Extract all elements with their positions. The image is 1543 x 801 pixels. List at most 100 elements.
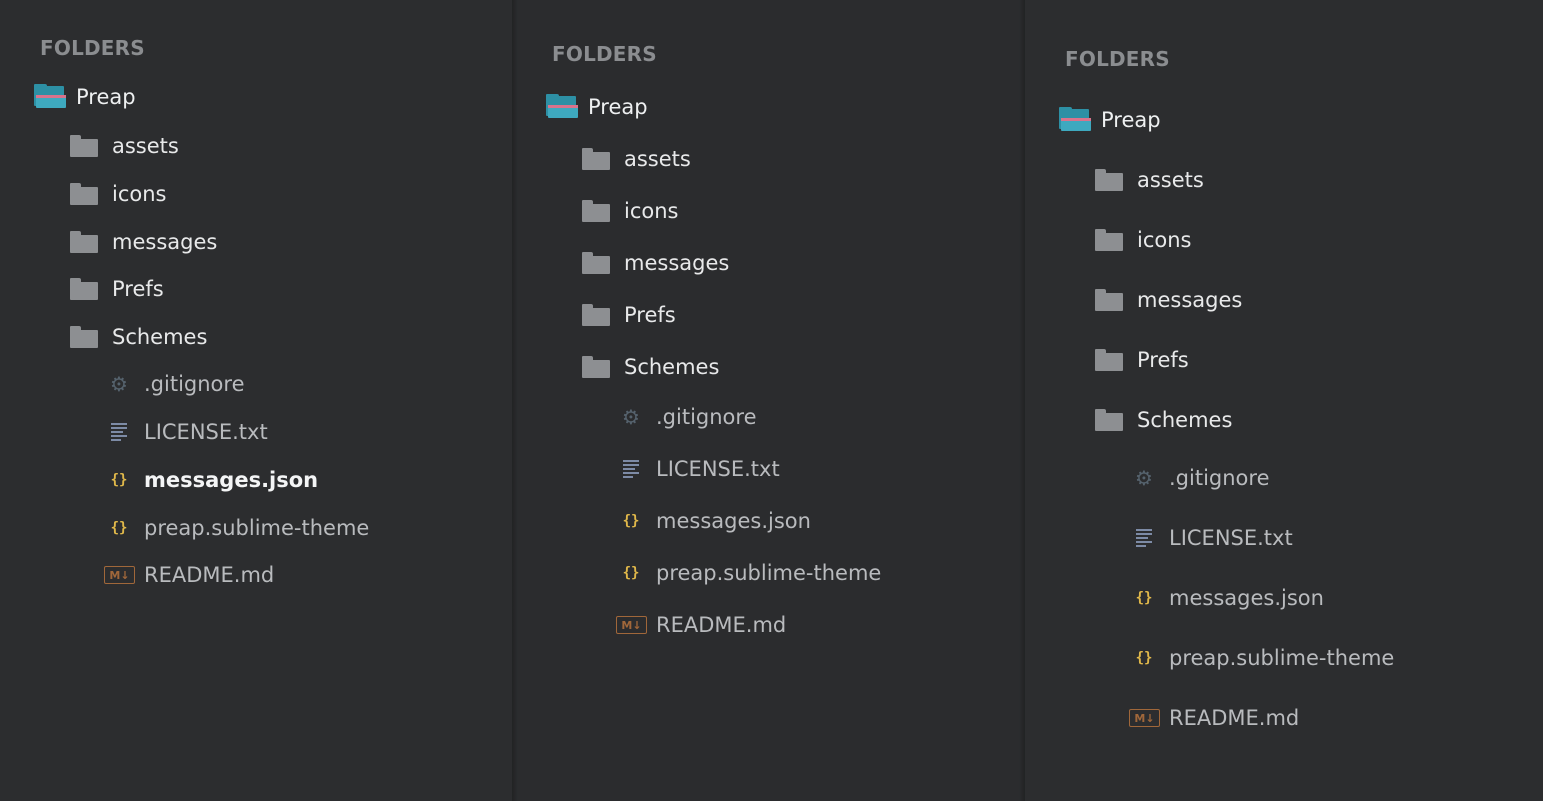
tree-file-sublime-theme[interactable]: {} preap.sublime-theme xyxy=(106,514,370,542)
gear-icon: ⚙ xyxy=(110,372,128,396)
tree-item-label: messages.json xyxy=(1169,586,1324,610)
folder-icon xyxy=(582,148,610,170)
tree-root-preap[interactable]: Preap xyxy=(34,83,136,111)
tree-folder-messages[interactable]: messages xyxy=(70,228,217,256)
folder-icon xyxy=(1095,229,1123,251)
gear-icon: ⚙ xyxy=(1135,466,1153,490)
tree-file-readme[interactable]: M↓ README.md xyxy=(104,561,274,589)
folder-icon xyxy=(70,326,98,348)
folder-icon xyxy=(70,278,98,300)
tree-file-sublime-theme[interactable]: {} preap.sublime-theme xyxy=(1131,644,1395,672)
tree-file-license[interactable]: LICENSE.txt xyxy=(618,455,780,483)
tree-item-label: LICENSE.txt xyxy=(656,457,780,481)
tree-item-label: Schemes xyxy=(112,325,208,349)
tree-item-label: LICENSE.txt xyxy=(144,420,268,444)
tree-item-label: preap.sublime-theme xyxy=(144,516,370,540)
tree-file-messages-json[interactable]: {} messages.json xyxy=(618,507,811,535)
tree-file-messages-json[interactable]: {} messages.json xyxy=(1131,584,1324,612)
tree-folder-assets[interactable]: assets xyxy=(1095,166,1204,194)
tree-file-readme[interactable]: M↓ README.md xyxy=(616,611,786,639)
tree-item-label: README.md xyxy=(656,613,787,637)
tree-folder-icons[interactable]: icons xyxy=(582,197,678,225)
tree-item-label: Preap xyxy=(1101,108,1161,132)
tree-file-gitignore[interactable]: ⚙ .gitignore xyxy=(1131,464,1270,492)
folder-icon xyxy=(1095,289,1123,311)
tree-folder-schemes[interactable]: Schemes xyxy=(70,323,207,351)
tree-item-label: README.md xyxy=(144,563,275,587)
tree-folder-schemes[interactable]: Schemes xyxy=(1095,406,1232,434)
tree-folder-icons[interactable]: icons xyxy=(70,180,166,208)
tree-item-label: Prefs xyxy=(112,277,164,301)
tree-item-label: .gitignore xyxy=(656,405,757,429)
tree-item-label: icons xyxy=(1137,228,1192,252)
tree-item-label: messages xyxy=(624,251,730,275)
tree-item-label: messages.json xyxy=(144,468,319,492)
tree-folder-prefs[interactable]: Prefs xyxy=(70,275,164,303)
tree-item-label: messages xyxy=(112,230,218,254)
folder-icon xyxy=(582,252,610,274)
tree-folder-messages[interactable]: messages xyxy=(582,249,729,277)
tree-item-label: icons xyxy=(112,182,167,206)
tree-item-label: messages xyxy=(1137,288,1243,312)
tree-file-readme[interactable]: M↓ README.md xyxy=(1129,704,1299,732)
json-braces-icon: {} xyxy=(1135,590,1153,606)
tree-item-label: LICENSE.txt xyxy=(1169,526,1293,550)
open-folder-icon xyxy=(546,94,578,118)
tree-folder-prefs[interactable]: Prefs xyxy=(1095,346,1189,374)
folder-icon xyxy=(582,304,610,326)
tree-root-preap[interactable]: Preap xyxy=(546,93,648,121)
tree-folder-icons[interactable]: icons xyxy=(1095,226,1191,254)
json-braces-icon: {} xyxy=(110,472,128,488)
markdown-icon: M↓ xyxy=(104,566,135,584)
tree-item-label: .gitignore xyxy=(1169,466,1270,490)
tree-file-gitignore[interactable]: ⚙ .gitignore xyxy=(106,370,245,398)
tree-item-label: Prefs xyxy=(1137,348,1189,372)
tree-item-label: .gitignore xyxy=(144,372,245,396)
sidebar-panel-2: FOLDERS Preap assets icons messages Pref… xyxy=(512,0,1025,801)
folder-icon xyxy=(70,135,98,157)
tree-root-preap[interactable]: Preap xyxy=(1059,106,1161,134)
open-folder-icon xyxy=(1059,107,1091,131)
text-lines-icon xyxy=(1131,529,1157,547)
tree-file-messages-json[interactable]: {} messages.json xyxy=(106,466,319,494)
folder-icon xyxy=(70,231,98,253)
tree-file-license[interactable]: LICENSE.txt xyxy=(1131,524,1293,552)
tree-item-label: assets xyxy=(112,134,179,158)
tree-item-label: Preap xyxy=(76,85,136,109)
json-braces-icon: {} xyxy=(1135,650,1153,666)
tree-item-label: Schemes xyxy=(1137,408,1233,432)
text-lines-icon xyxy=(618,460,644,478)
folder-icon xyxy=(1095,409,1123,431)
folder-icon xyxy=(1095,169,1123,191)
folder-icon xyxy=(582,200,610,222)
open-folder-icon xyxy=(34,84,66,108)
sidebar-panel-3: FOLDERS Preap assets icons messages Pref… xyxy=(1025,0,1543,801)
folder-icon xyxy=(1095,349,1123,371)
tree-item-label: icons xyxy=(624,199,679,223)
tree-folder-messages[interactable]: messages xyxy=(1095,286,1242,314)
tree-item-label: Schemes xyxy=(624,355,720,379)
sidebar-variants: FOLDERS Preap assets icons messages Pref… xyxy=(0,0,1543,801)
folder-icon xyxy=(70,183,98,205)
text-lines-icon xyxy=(106,423,132,441)
tree-file-sublime-theme[interactable]: {} preap.sublime-theme xyxy=(618,559,882,587)
tree-item-label: assets xyxy=(1137,168,1204,192)
markdown-icon: M↓ xyxy=(616,616,647,634)
tree-folder-assets[interactable]: assets xyxy=(70,132,179,160)
json-braces-icon: {} xyxy=(622,565,640,581)
tree-item-label: Prefs xyxy=(624,303,676,327)
tree-file-license[interactable]: LICENSE.txt xyxy=(106,418,268,446)
tree-folder-schemes[interactable]: Schemes xyxy=(582,353,719,381)
tree-file-gitignore[interactable]: ⚙ .gitignore xyxy=(618,403,757,431)
tree-item-label: Preap xyxy=(588,95,648,119)
folders-header: FOLDERS xyxy=(1065,47,1170,71)
tree-item-label: preap.sublime-theme xyxy=(1169,646,1395,670)
tree-item-label: messages.json xyxy=(656,509,811,533)
tree-folder-assets[interactable]: assets xyxy=(582,145,691,173)
folders-header: FOLDERS xyxy=(552,42,657,66)
tree-item-label: README.md xyxy=(1169,706,1300,730)
gear-icon: ⚙ xyxy=(622,405,640,429)
markdown-icon: M↓ xyxy=(1129,709,1160,727)
json-braces-icon: {} xyxy=(110,520,128,536)
tree-folder-prefs[interactable]: Prefs xyxy=(582,301,676,329)
